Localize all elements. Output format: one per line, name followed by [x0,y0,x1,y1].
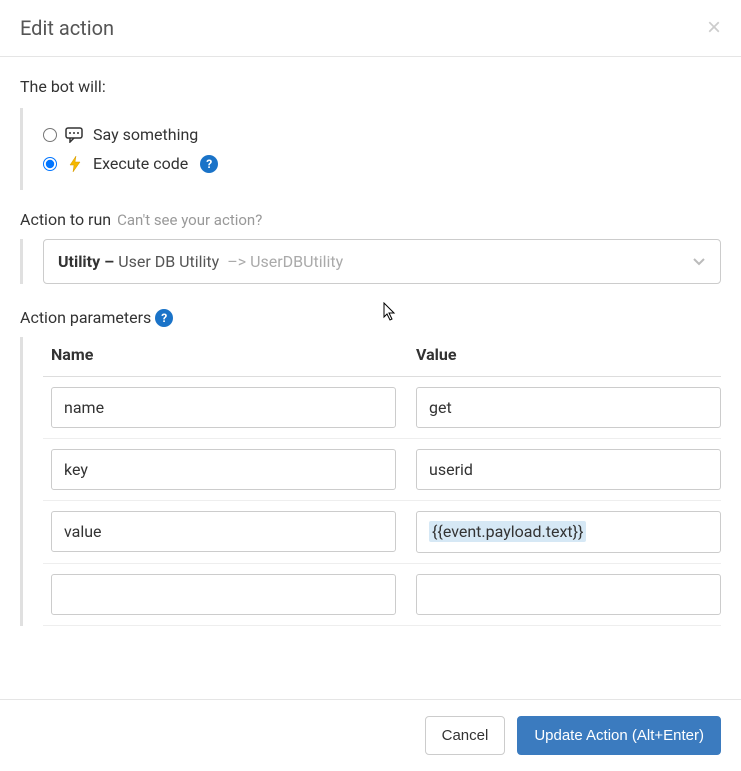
param-name-input[interactable] [51,574,396,615]
radio-say-input[interactable] [43,128,57,142]
modal-header: Edit action × [0,0,741,57]
cancel-button[interactable]: Cancel [425,716,506,755]
radio-execute-input[interactable] [43,157,57,171]
chevron-down-icon [692,252,706,271]
radio-say-something[interactable]: Say something [43,120,721,149]
template-expression: {{event.payload.text}} [429,521,586,542]
param-name-input[interactable] [51,511,396,552]
radio-execute-label: Execute code [93,154,188,173]
help-icon[interactable]: ? [155,309,173,327]
radio-execute-code[interactable]: Execute code ? [43,149,721,178]
help-icon[interactable]: ? [200,155,218,173]
action-name: User DB Utility [118,252,219,271]
action-select[interactable]: Utility – User DB Utility –> UserDBUtili… [43,239,721,284]
col-header-name: Name [51,345,396,364]
table-row [43,439,721,501]
param-value-input[interactable]: {{event.payload.text}} [416,511,721,553]
param-value-input[interactable] [416,387,721,428]
action-parameters-label: Action parameters ? [20,308,721,327]
action-parameters-text: Action parameters [20,308,151,327]
radio-say-label: Say something [93,125,198,144]
param-name-input[interactable] [51,449,396,490]
param-value-input[interactable] [416,449,721,490]
action-category: Utility – [58,252,114,271]
close-button[interactable]: × [707,16,721,40]
modal-footer: Cancel Update Action (Alt+Enter) [0,699,741,771]
table-row: {{event.payload.text}} [43,501,721,564]
param-name-input[interactable] [51,387,396,428]
modal-body: The bot will: Say something [0,57,741,646]
cant-see-action-link[interactable]: Can't see your action? [117,211,262,229]
params-header-row: Name Value [43,337,721,377]
table-row [43,377,721,439]
bot-will-label: The bot will: [20,77,721,96]
action-select-content: Utility – User DB Utility –> UserDBUtili… [58,252,343,271]
table-row [43,564,721,626]
modal-title: Edit action [20,16,114,40]
update-action-button[interactable]: Update Action (Alt+Enter) [517,716,721,755]
params-table: Name Value [43,337,721,626]
lightning-icon [65,155,85,173]
bot-will-options: Say something Execute code ? [20,108,721,190]
col-header-value: Value [416,345,721,364]
action-to-run-label: Action to run Can't see your action? [20,210,721,229]
action-parameters-block: Name Value [20,337,721,626]
action-to-run-text: Action to run [20,210,111,229]
chat-icon [65,126,85,144]
action-identifier: –> UserDBUtility [227,252,343,271]
param-value-input[interactable] [416,574,721,615]
action-select-block: Utility – User DB Utility –> UserDBUtili… [20,239,721,284]
